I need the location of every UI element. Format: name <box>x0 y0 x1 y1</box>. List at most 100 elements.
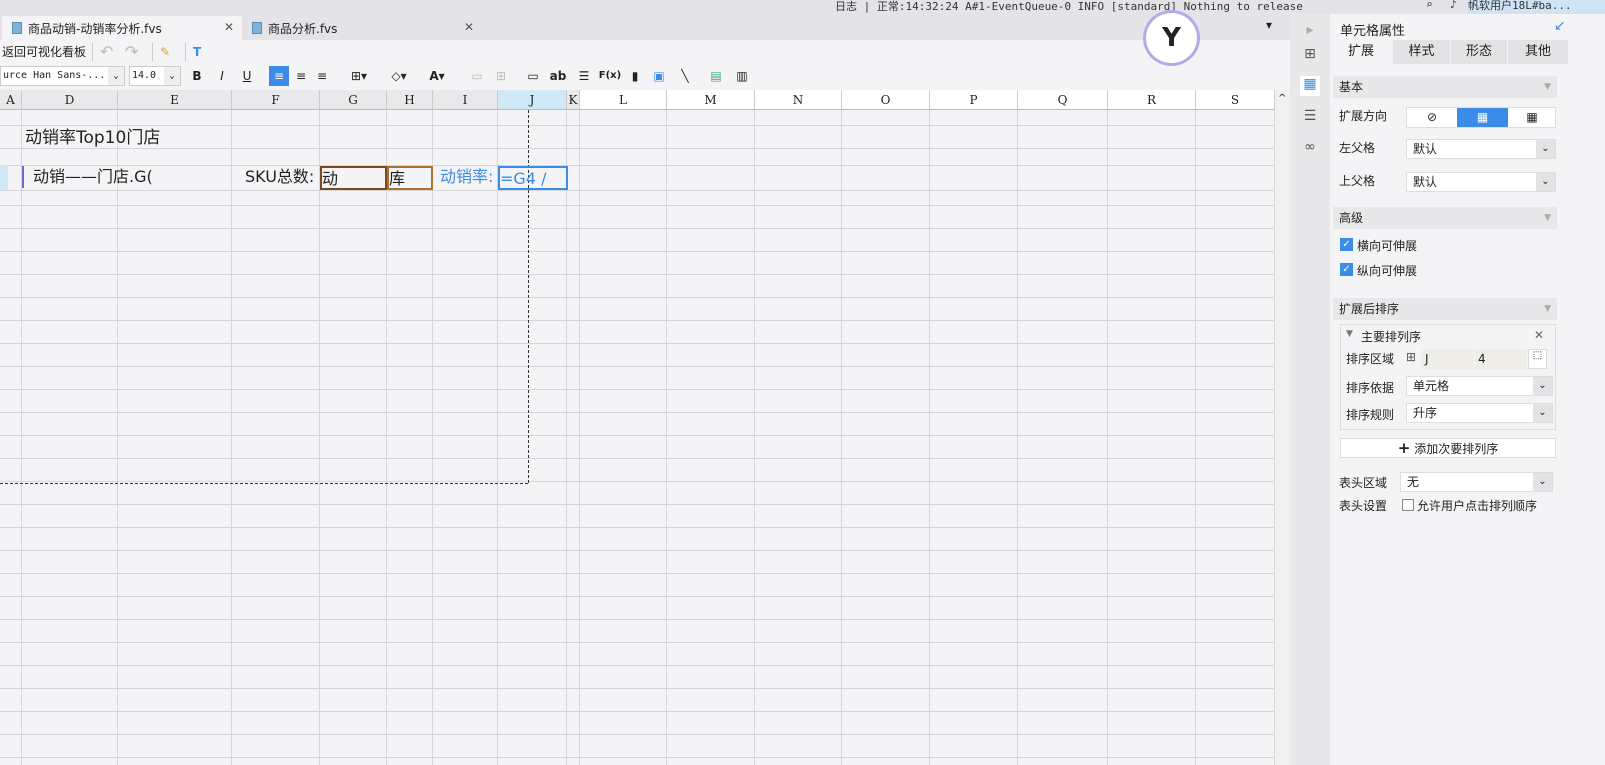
column-header[interactable]: R <box>1108 90 1196 110</box>
cell-element-icon[interactable]: ▤ <box>707 66 725 86</box>
grid-row-line <box>0 757 1275 758</box>
tab-style[interactable]: 样式 <box>1393 40 1450 64</box>
text-button[interactable]: ab <box>548 66 568 86</box>
user-name[interactable]: 帆软用户18L#ba... <box>1468 0 1605 14</box>
close-icon[interactable]: ✕ <box>1534 328 1544 342</box>
preview-icon[interactable]: T <box>193 42 201 62</box>
tab-expand[interactable]: 扩展 <box>1330 40 1392 64</box>
sort-area-column[interactable]: J <box>1422 349 1474 369</box>
split-icon[interactable]: ⊞ <box>492 66 510 86</box>
tab-other[interactable]: 其他 <box>1508 40 1568 64</box>
sort-rule-select[interactable]: 升序 ⌄ <box>1406 403 1553 423</box>
fill-color-button[interactable]: ◇▾ <box>384 66 414 86</box>
font-family-select[interactable]: urce Han Sans-... ⌄ <box>0 66 125 86</box>
slash-icon[interactable]: ╲ <box>676 66 694 86</box>
h-expand-checkbox[interactable]: ✓ <box>1340 238 1353 251</box>
sort-area-row[interactable]: 4 <box>1475 349 1527 369</box>
left-parent-select[interactable]: 默认 ⌄ <box>1406 139 1556 159</box>
column-header[interactable]: F <box>232 90 320 110</box>
grid-row-line <box>0 343 1275 344</box>
column-header[interactable]: P <box>930 90 1018 110</box>
cell-g4[interactable]: 动 <box>320 166 387 190</box>
column-header[interactable]: I <box>433 90 498 110</box>
row-header-selected[interactable] <box>0 165 8 190</box>
column-header[interactable]: S <box>1196 90 1275 110</box>
column-header[interactable]: D <box>22 90 118 110</box>
section-advanced[interactable]: 高级 ▼ <box>1333 207 1557 229</box>
collapse-arrow-icon[interactable]: ▸ <box>1300 22 1320 42</box>
font-color-button[interactable]: A▾ <box>422 66 452 86</box>
image-icon[interactable]: ▣ <box>650 66 668 86</box>
pick-cell-icon[interactable]: ⬚ <box>1528 349 1547 369</box>
header-area-label: 表头区域 <box>1339 476 1388 490</box>
allow-user-sort-checkbox[interactable] <box>1402 499 1414 511</box>
no-expand-icon[interactable]: ⊘ <box>1407 108 1457 127</box>
chart-icon[interactable]: ▮ <box>626 66 644 86</box>
redo-icon[interactable]: ↷ <box>125 42 138 62</box>
bold-button[interactable]: B <box>190 66 204 86</box>
horizontal-expand-icon[interactable]: ▦ <box>1508 108 1556 127</box>
column-header[interactable]: K <box>567 90 580 110</box>
formula-button[interactable]: F(x) <box>598 66 622 86</box>
collapse-icon[interactable]: ▼ <box>1346 329 1353 339</box>
align-left-button[interactable]: ≡ <box>269 66 289 86</box>
bell-icon[interactable]: ♪ <box>1450 0 1457 11</box>
widget-icon[interactable]: ☰ <box>1300 108 1320 128</box>
column-header[interactable]: O <box>842 90 930 110</box>
section-basic[interactable]: 基本 ▼ <box>1333 76 1557 98</box>
insert-cell-icon[interactable]: ▭ <box>524 66 542 86</box>
close-icon[interactable]: ✕ <box>464 20 474 34</box>
panel-title: 单元格属性 <box>1340 24 1406 39</box>
merge-icon[interactable]: ▭ <box>468 66 486 86</box>
scroll-up-icon[interactable]: ^ <box>1275 93 1286 104</box>
spreadsheet-grid[interactable]: ADEFGHIJKLMNOPQRS 动销率Top10门店 动销——门店.G( S… <box>0 90 1275 765</box>
sort-basis-select[interactable]: 单元格 ⌄ <box>1406 376 1553 396</box>
column-header[interactable]: H <box>387 90 433 110</box>
column-header[interactable]: N <box>755 90 842 110</box>
top-parent-select[interactable]: 默认 ⌄ <box>1406 172 1556 192</box>
column-header[interactable]: M <box>667 90 755 110</box>
cell-properties-icon[interactable]: ▦ <box>1300 76 1320 96</box>
column-header[interactable]: G <box>320 90 387 110</box>
header-area-select[interactable]: 无 ⌄ <box>1400 472 1553 492</box>
align-right-button[interactable]: ≡ <box>313 66 331 86</box>
vertical-expand-icon[interactable]: ▦ <box>1457 108 1508 127</box>
search-icon[interactable]: ⌕ <box>1426 0 1433 11</box>
grid-row-line <box>0 688 1275 689</box>
font-size-select[interactable]: 14.0 ⌄ <box>129 66 181 86</box>
tab-active-file[interactable]: 商品动销-动销率分析.fvs ✕ <box>2 16 242 40</box>
cell-rate-label[interactable]: 动销率: <box>440 166 493 188</box>
cell-h4[interactable]: 库 <box>387 166 433 190</box>
add-secondary-sort-button[interactable]: + 添加次要排列序 <box>1340 438 1556 458</box>
underline-button[interactable]: U <box>240 66 254 86</box>
cell-title[interactable]: 动销率Top10门店 <box>25 127 160 149</box>
cell-attribute-icon[interactable]: ⊞ <box>1300 46 1320 66</box>
sub-report-icon[interactable]: ▥ <box>733 66 751 86</box>
back-to-dashboard-button[interactable]: 返回可视化看板 <box>2 42 86 62</box>
link-icon[interactable]: ∞ <box>1300 139 1320 159</box>
border-button[interactable]: ⊞▾ <box>344 66 374 86</box>
edit-icon[interactable]: ↙ <box>1554 18 1566 34</box>
section-sorting[interactable]: 扩展后排序 ▼ <box>1333 298 1557 320</box>
vertical-scrollbar[interactable]: ^ <box>1275 90 1290 765</box>
close-icon[interactable]: ✕ <box>224 20 234 34</box>
grid-column-line <box>841 110 842 765</box>
column-header[interactable]: E <box>118 90 232 110</box>
tab-file[interactable]: 商品分析.fvs ✕ <box>242 16 482 40</box>
tab-form[interactable]: 形态 <box>1451 40 1507 64</box>
rich-text-icon[interactable]: ☰ <box>575 66 593 86</box>
column-header[interactable]: J <box>498 90 567 110</box>
column-header[interactable]: L <box>580 90 667 110</box>
column-header[interactable]: A <box>0 90 22 110</box>
align-center-button[interactable]: ≡ <box>292 66 310 86</box>
italic-button[interactable]: I <box>215 66 229 86</box>
format-painter-icon[interactable]: ✎ <box>160 42 170 62</box>
v-expand-checkbox[interactable]: ✓ <box>1340 263 1353 276</box>
grid-row-line <box>0 573 1275 574</box>
cell-j4-selected[interactable]: =G4 / <box>498 166 568 190</box>
column-header[interactable]: Q <box>1018 90 1108 110</box>
undo-icon[interactable]: ↶ <box>100 42 113 62</box>
cell-store[interactable]: 动销——门店.G( <box>33 166 153 188</box>
cell-sku-label[interactable]: SKU总数: <box>245 166 314 188</box>
tab-menu-icon[interactable]: ▾ <box>1266 18 1272 32</box>
